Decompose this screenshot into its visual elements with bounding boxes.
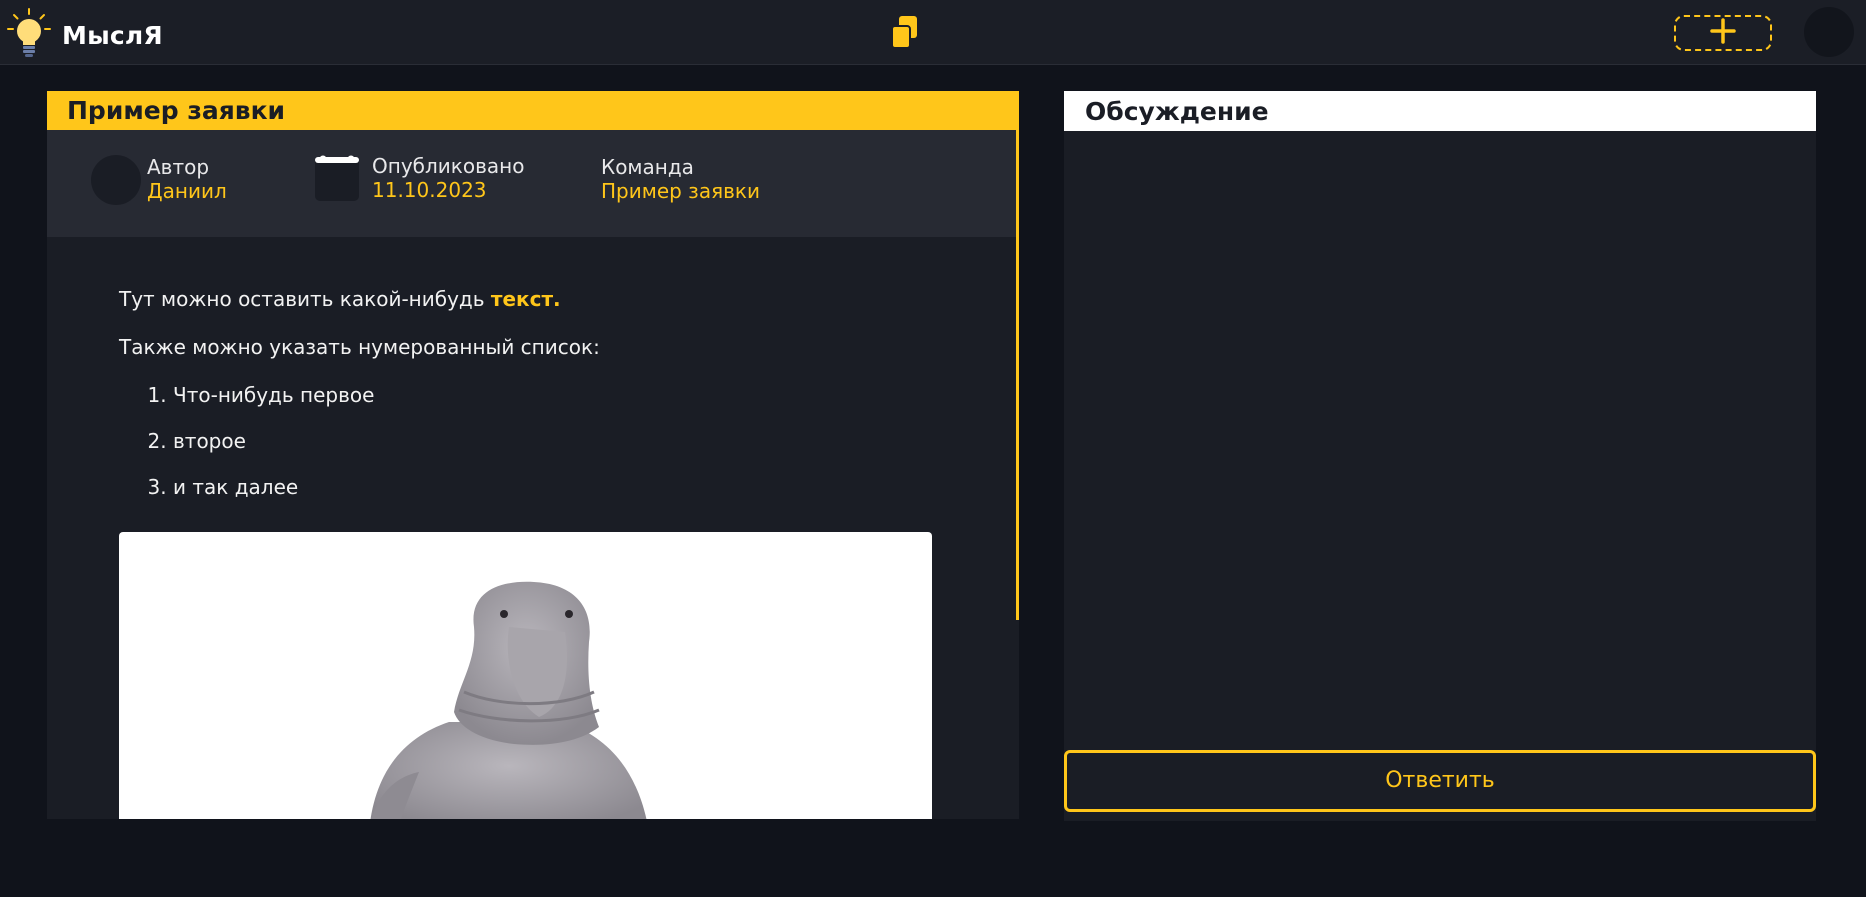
author-value[interactable]: Даниил [147, 179, 227, 203]
user-avatar[interactable] [1804, 7, 1854, 57]
published-block: Опубликовано 11.10.2023 [315, 154, 524, 202]
top-header: МыслЯ [0, 0, 1866, 65]
list-item: Что-нибудь первое [173, 381, 1019, 409]
author-avatar[interactable] [91, 155, 141, 205]
card-scroll-accent [1016, 130, 1019, 620]
published-value: 11.10.2023 [372, 178, 487, 202]
paragraph-1: Тут можно оставить какой-нибудь текст. [119, 285, 1019, 313]
plus-icon [1709, 17, 1737, 49]
paragraph-1-text: Тут можно оставить какой-нибудь [119, 287, 491, 311]
post-card: Пример заявки Автор Даниил Опубликовано … [47, 91, 1019, 819]
numbered-list: Что-нибудь первое второе и так далее [119, 381, 1019, 501]
stacked-pages-icon[interactable] [891, 16, 919, 52]
walrus-image [370, 581, 647, 819]
post-image [119, 532, 932, 819]
discussion-panel: Обсуждение [1064, 91, 1816, 821]
lightbulb-icon [6, 8, 52, 62]
paragraph-1-highlight: текст. [490, 287, 561, 311]
logo-text: МыслЯ [62, 20, 163, 50]
post-title: Пример заявки [47, 91, 1019, 130]
post-meta: Автор Даниил Опубликовано 11.10.2023 Ком… [47, 130, 1019, 237]
list-item: и так далее [173, 473, 1019, 501]
calendar-icon [315, 154, 359, 201]
add-button[interactable] [1674, 15, 1772, 51]
team-value[interactable]: Пример заявки [601, 179, 760, 203]
list-item: второе [173, 427, 1019, 455]
reply-button[interactable]: Ответить [1064, 750, 1816, 812]
team-label: Команда [601, 155, 694, 179]
published-label: Опубликовано [372, 154, 525, 178]
discussion-title: Обсуждение [1064, 91, 1816, 131]
author-label: Автор [147, 155, 210, 179]
logo[interactable]: МыслЯ [6, 8, 163, 62]
author-block: Автор Даниил [91, 155, 227, 205]
post-body: Тут можно оставить какой-нибудь текст. Т… [47, 237, 1019, 501]
team-block: Команда Пример заявки [601, 155, 760, 203]
paragraph-2: Также можно указать нумерованный список: [119, 335, 600, 359]
